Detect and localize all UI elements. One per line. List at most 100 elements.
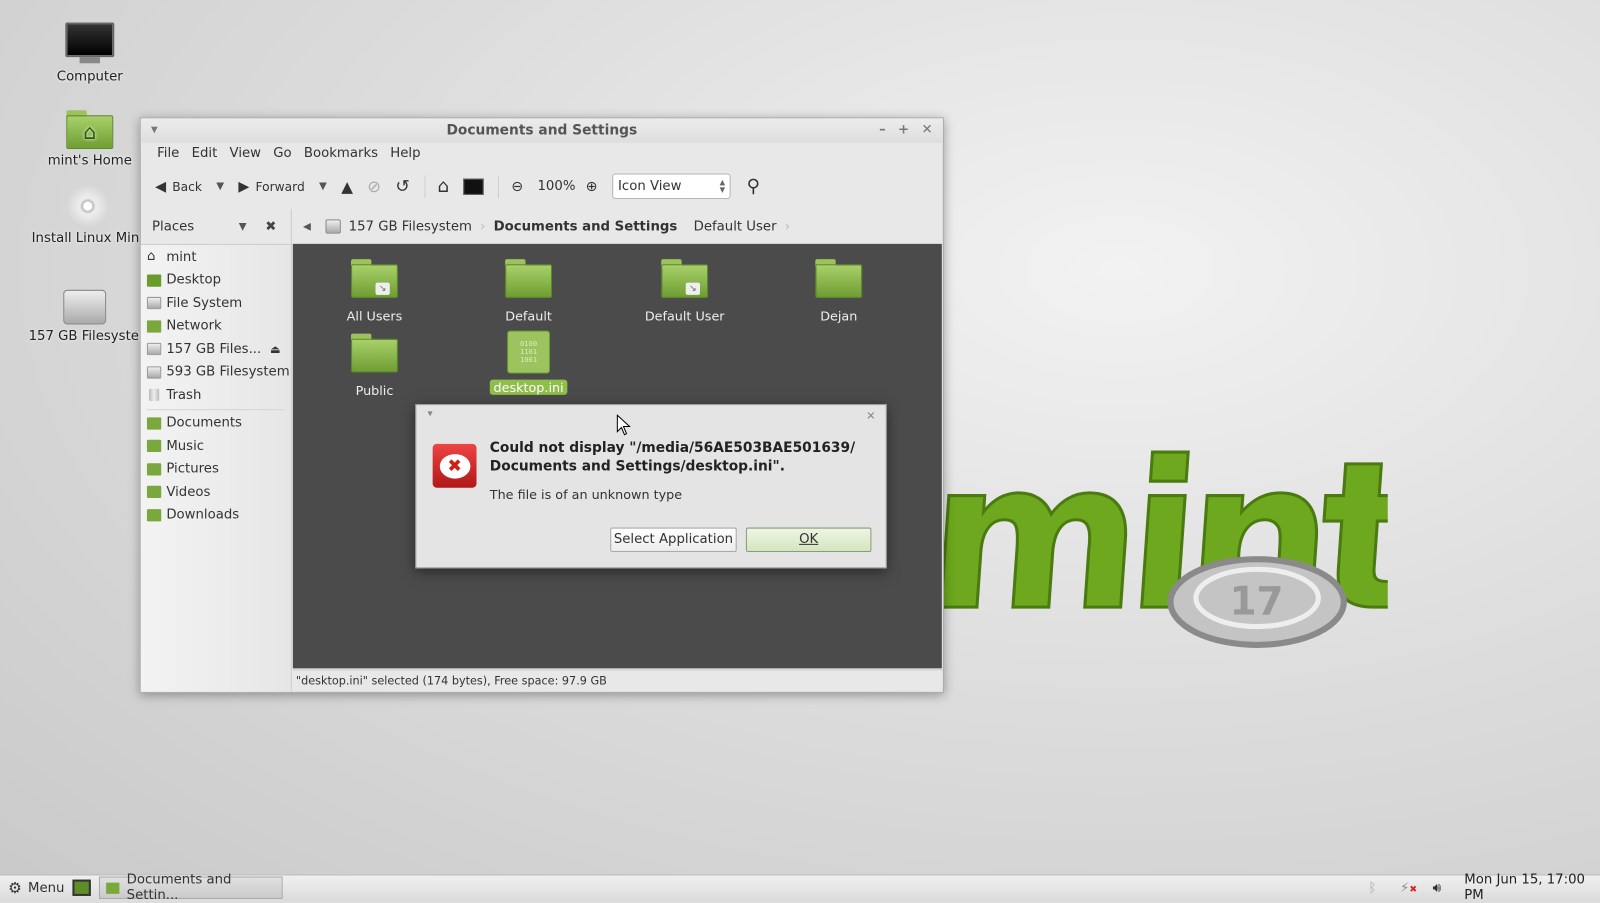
folder-videos-icon [146,485,162,499]
close-button[interactable]: ✕ [922,118,933,142]
sidebar-item-videos[interactable]: Videos [141,481,291,504]
path-scroll-left-button[interactable]: ◀ [303,221,311,232]
window-menu-icon[interactable]: ▾ [151,118,158,142]
menu-help[interactable]: Help [384,144,426,163]
menu-go[interactable]: Go [267,144,298,163]
sidebar-item-music[interactable]: Music [141,435,291,458]
dialog-close-button[interactable]: ✕ [866,409,875,422]
search-button[interactable]: ⚲ [747,176,760,197]
path-segment-current[interactable]: Documents and Settings [494,219,678,234]
file-item-selected[interactable]: 0100 1101 1001 desktop.ini [472,330,584,395]
chevron-right-icon: › [480,218,486,235]
home-folder-icon: ⌂ [66,110,114,149]
maximize-button[interactable]: + [898,118,909,142]
path-bar: ◀ 157 GB Filesystem › Documents and Sett… [293,209,943,244]
close-sidebar-button[interactable]: ✖ [265,219,276,234]
path-segment-filesystem[interactable]: 157 GB Filesystem [349,219,472,234]
volume-icon[interactable]: 🔊︎ [1433,880,1441,895]
network-disconnected-icon[interactable]: ⚡✖ [1400,880,1417,895]
arrow-right-icon: ▶ [238,178,250,195]
dialog-menu-icon[interactable]: ▾ [428,408,433,419]
places-sidebar: ⌂ mint Desktop File System Network 157 GB… [140,243,292,692]
zoom-out-button[interactable]: ⊖ [511,178,523,194]
file-item[interactable]: Dejan [783,259,895,323]
computer-icon [65,22,115,65]
desktop-icon-install[interactable]: Install Linux Mint [32,185,144,246]
drive-icon [146,366,162,379]
menu-edit[interactable]: Edit [185,144,223,163]
ok-button[interactable]: OK [745,527,872,553]
sidebar-item-pictures[interactable]: Pictures [141,458,291,481]
computer-button[interactable] [463,178,484,195]
zoom-in-button[interactable]: ⊕ [586,178,598,194]
view-mode-select[interactable]: Icon View ▲ ▼ [611,173,731,199]
separator [146,408,285,410]
places-label: Places [152,218,195,235]
desktop-icon-filesystem[interactable]: 157 GB Filesystem [29,289,141,344]
drive-icon [146,343,162,356]
folder-icon [505,259,553,298]
menu-button[interactable]: ⚙ Menu [8,879,64,897]
file-item[interactable]: Public [318,333,430,398]
window-titlebar[interactable]: ▾ Documents and Settings – + ✕ [140,118,943,143]
menu-file[interactable]: File [151,144,185,163]
taskbar: ⚙ Menu Documents and Settin... ᛒ ⚡✖ 🔊︎ Mo… [0,872,1600,903]
sidebar-item-network[interactable]: Network [141,315,291,338]
folder-icon [815,259,863,298]
home-icon: ⌂ [146,249,156,265]
taskbar-window-button[interactable]: Documents and Settin... [99,872,283,903]
reload-button[interactable]: ↺ [395,176,410,196]
dialog-heading: Could not display "/media/56AE503BAE5016… [489,439,856,475]
sidebar-item-mint[interactable]: ⌂ mint [141,246,291,269]
forward-button[interactable]: ▶ Forward [238,178,304,194]
drive-icon [146,297,162,310]
mouse-cursor [616,414,631,436]
menubar: File Edit View Go Bookmarks Help [151,144,427,163]
menu-view[interactable]: View [223,144,267,163]
gear-icon: ⚙ [8,878,22,897]
home-button[interactable]: ⌂ [437,176,449,197]
bluetooth-icon[interactable]: ᛒ [1368,880,1376,895]
window-title: Documents and Settings [446,122,638,139]
folder-icon [106,882,120,894]
file-item[interactable]: ↘ Default User [629,259,741,323]
chevron-right-icon: › [784,218,791,235]
separator [424,174,426,198]
file-item[interactable]: ↘ All Users [318,259,430,323]
spinner-arrows-icon: ▲ ▼ [719,178,726,194]
sidebar-item-593gb[interactable]: 593 GB Filesystem [141,361,291,384]
status-bar: "desktop.ini" selected (174 bytes), Free… [292,669,943,691]
sidebar-item-documents[interactable]: Documents [141,412,291,435]
desktop: mint 17 Computer ⌂ mint's Home Install L… [0,0,1600,903]
desktop-icon-computer[interactable]: Computer [34,22,146,85]
desktop-icon [146,274,162,287]
file-item[interactable]: Default [472,259,584,323]
clock[interactable]: Mon Jun 15, 17:00 PM [1464,872,1600,903]
zoom-level: 100% [537,178,576,194]
sidebar-item-file-system[interactable]: File System [141,292,291,315]
folder-downloads-icon [146,508,162,522]
stop-button[interactable]: ⊘ [367,177,381,196]
minimize-button[interactable]: – [879,118,886,142]
sidebar-item-downloads[interactable]: Downloads [141,504,291,527]
forward-history-dropdown[interactable]: ▼ [319,181,327,192]
folder-music-icon [146,440,162,453]
path-segment-default-user[interactable]: Default User [694,219,777,234]
sidebar-item-desktop[interactable]: Desktop [141,269,291,292]
desktop-icon-home[interactable]: ⌂ mint's Home [34,110,146,168]
sidebar-type-dropdown[interactable]: ▼ [239,221,247,232]
dialog-message: The file is of an unknown type [489,486,683,503]
back-history-dropdown[interactable]: ▼ [216,181,224,192]
sidebar-item-157gb[interactable]: 157 GB Files... ⏏ [141,338,291,361]
select-application-button[interactable]: Select Application [610,527,737,553]
mint-logo-wallpaper: mint 17 [939,417,1388,658]
back-button[interactable]: ◀ Back [155,178,202,194]
show-desktop-button[interactable] [72,879,91,896]
trash-icon [148,389,160,402]
folder-link-icon: ↘ [661,259,709,298]
up-button[interactable]: ▲ [341,177,353,195]
network-icon [146,320,162,333]
sidebar-item-trash[interactable]: Trash [141,384,291,407]
eject-button[interactable]: ⏏ [270,343,281,356]
menu-bookmarks[interactable]: Bookmarks [298,144,384,163]
